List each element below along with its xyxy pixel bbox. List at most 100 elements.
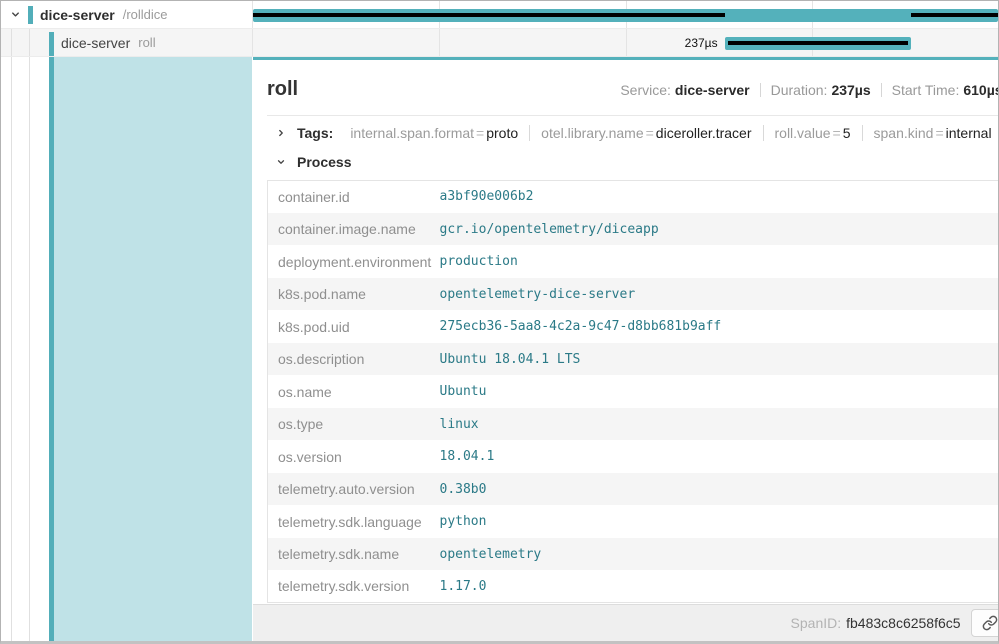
kv-value: production: [440, 245, 999, 278]
service-color-bar: [49, 32, 54, 56]
table-row: telemetry.sdk.nameopentelemetry: [268, 538, 999, 571]
indent-guide: [11, 57, 12, 641]
detail-header: roll Service: dice-server Duration: 237µ…: [267, 76, 999, 102]
tag-equals: =: [831, 125, 843, 141]
service-label: Service:: [620, 82, 671, 98]
kv-key: os.type: [268, 408, 440, 441]
span-id-value: fb483c8c6258f6c5: [846, 615, 960, 631]
trace-detail-window: dice-server /rolldice dice-server roll 2…: [0, 0, 999, 644]
tag-value: proto: [486, 125, 518, 141]
parent-span-bar[interactable]: [253, 9, 998, 22]
tag-value: diceroller.tracer: [656, 125, 752, 141]
service-name: dice-server: [61, 35, 130, 51]
process-label: Process: [297, 154, 351, 170]
duration-label: Duration:: [771, 82, 828, 98]
table-row: k8s.pod.uid275ecb36-5aa8-4c2a-9c47-d8bb6…: [268, 310, 999, 343]
table-row: os.descriptionUbuntu 18.04.1 LTS: [268, 343, 999, 376]
header-stats: Service: dice-server Duration: 237µs Sta…: [620, 82, 999, 98]
kv-key: telemetry.auto.version: [268, 473, 440, 506]
tag-equals: =: [644, 125, 656, 141]
main-area: roll Service: dice-server Duration: 237µ…: [1, 57, 998, 641]
child-span-bar[interactable]: [725, 37, 911, 50]
tag-key: roll.value: [775, 125, 831, 141]
kv-key: k8s.pod.uid: [268, 310, 440, 343]
timeline-gridline: [439, 29, 440, 56]
kv-key: deployment.environment: [268, 245, 440, 278]
tag-key: otel.library.name: [541, 125, 643, 141]
kv-value: 1.17.0: [440, 570, 999, 603]
tags-toggle[interactable]: Tags: internal.span.format=proto otel.li…: [267, 125, 999, 141]
tag-key: internal.span.format: [350, 125, 474, 141]
kv-value: linux: [440, 408, 999, 441]
table-row: telemetry.sdk.languagepython: [268, 505, 999, 538]
selected-span-gutter: [1, 57, 253, 641]
table-row: deployment.environmentproduction: [268, 245, 999, 278]
service-name: dice-server: [40, 7, 115, 23]
span-row-roll[interactable]: dice-server roll 237µs: [1, 29, 998, 57]
chevron-right-icon: [271, 128, 291, 138]
indent-guide: [29, 29, 30, 56]
tag-equals: =: [474, 125, 486, 141]
tag-summary-list: internal.span.format=proto otel.library.…: [339, 125, 999, 141]
kv-value: Ubuntu: [440, 375, 999, 408]
table-row: telemetry.sdk.version1.17.0: [268, 570, 999, 603]
process-toggle[interactable]: Process: [267, 154, 999, 170]
span-id-label: SpanID:: [791, 615, 842, 631]
kv-key: container.image.name: [268, 213, 440, 246]
section-divider: [267, 115, 999, 116]
table-row: telemetry.auto.version0.38b0: [268, 473, 999, 506]
operation-name: roll: [138, 35, 155, 50]
table-row: os.version18.04.1: [268, 440, 999, 473]
detail-footer: SpanID: fb483c8c6258f6c5: [253, 604, 999, 641]
span-tree-cell-roll[interactable]: dice-server roll: [1, 29, 253, 56]
child-critical-path: [728, 41, 908, 45]
kv-value: 275ecb36-5aa8-4c2a-9c47-d8bb681b9aff: [440, 310, 999, 343]
kv-value: python: [440, 505, 999, 538]
kv-value: Ubuntu 18.04.1 LTS: [440, 343, 999, 376]
kv-value: 18.04.1: [440, 440, 999, 473]
tag-value: internal: [946, 125, 992, 141]
timeline-row-roll[interactable]: 237µs: [253, 29, 998, 56]
timeline-gridline: [626, 29, 627, 56]
operation-name: /rolldice: [123, 7, 168, 22]
span-row-rolldice[interactable]: dice-server /rolldice: [1, 1, 998, 29]
service-value: dice-server: [675, 82, 750, 98]
stat-divider: [760, 83, 761, 97]
kv-value: gcr.io/opentelemetry/diceapp: [440, 213, 999, 246]
tag-item: internal.span.format=proto: [339, 125, 530, 141]
kv-value: opentelemetry-dice-server: [440, 278, 999, 311]
tags-label: Tags:: [297, 125, 333, 141]
table-row: os.nameUbuntu: [268, 375, 999, 408]
process-kv-table: container.ida3bf90e006b2 container.image…: [267, 180, 999, 604]
service-color-block: [28, 6, 33, 24]
kv-key: telemetry.sdk.language: [268, 505, 440, 538]
table-row: container.ida3bf90e006b2: [268, 180, 999, 213]
kv-value: opentelemetry: [440, 538, 999, 571]
kv-key: telemetry.sdk.version: [268, 570, 440, 603]
table-row: container.image.namegcr.io/opentelemetry…: [268, 213, 999, 246]
tag-item: roll.value=5: [764, 125, 863, 141]
indent-guide: [29, 57, 30, 641]
span-detail-panel: roll Service: dice-server Duration: 237µ…: [253, 57, 999, 641]
deep-link-button[interactable]: [971, 609, 999, 637]
tag-item: otel.library.name=diceroller.tracer: [530, 125, 763, 141]
table-row: k8s.pod.nameopentelemetry-dice-server: [268, 278, 999, 311]
chevron-down-icon: [271, 157, 291, 167]
span-tree-cell-rolldice[interactable]: dice-server /rolldice: [1, 1, 253, 28]
timeline-row-rolldice[interactable]: [253, 1, 998, 28]
kv-key: os.description: [268, 343, 440, 376]
indent-guide: [11, 29, 12, 56]
kv-key: telemetry.sdk.name: [268, 538, 440, 571]
tag-equals: =: [933, 125, 945, 141]
duration-value: 237µs: [831, 82, 870, 98]
tag-value: 5: [843, 125, 851, 141]
kv-key: k8s.pod.name: [268, 278, 440, 311]
kv-value: 0.38b0: [440, 473, 999, 506]
chevron-down-icon[interactable]: [5, 9, 25, 20]
parent-critical-right: [911, 13, 998, 17]
span-operation-title: roll: [267, 76, 298, 102]
stat-divider: [881, 83, 882, 97]
link-icon: [982, 615, 998, 631]
table-row: os.typelinux: [268, 408, 999, 441]
start-time-label: Start Time:: [892, 82, 960, 98]
